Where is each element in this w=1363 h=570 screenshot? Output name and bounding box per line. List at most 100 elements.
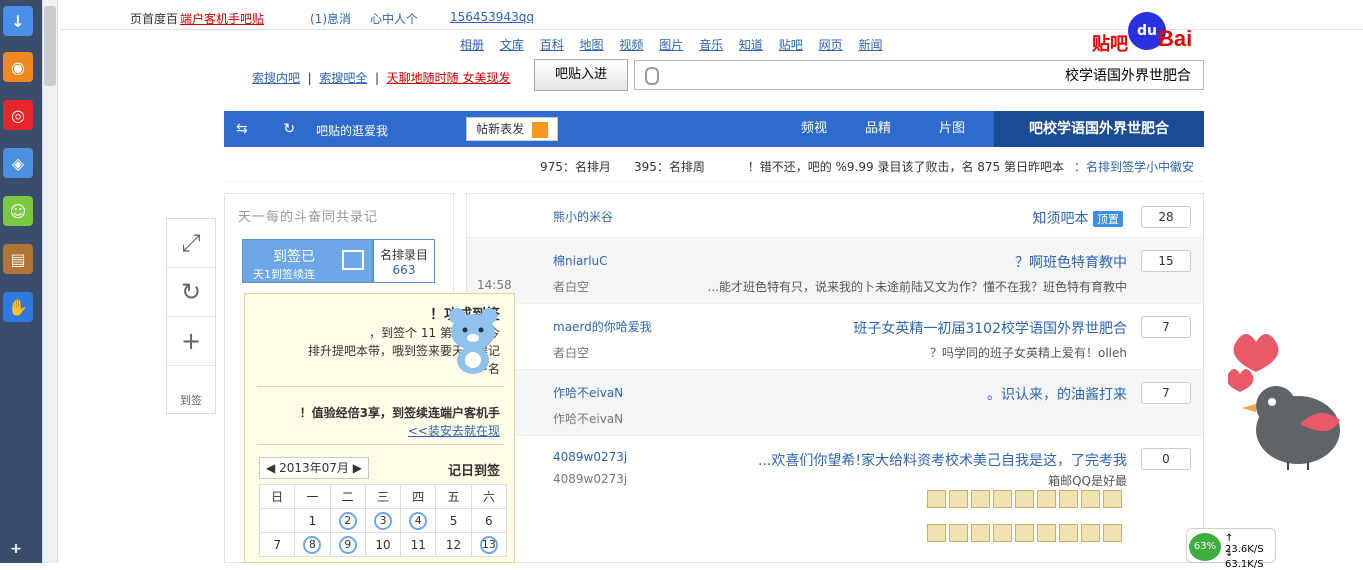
calendar-day bbox=[258, 508, 296, 533]
calendar-day[interactable]: 12 bbox=[435, 532, 472, 557]
messages-link[interactable]: 消息(1) bbox=[310, 10, 351, 27]
prev-month-icon[interactable]: ◀ bbox=[266, 461, 275, 475]
weekday-header: 二 bbox=[329, 484, 366, 509]
calendar-day[interactable]: 5 bbox=[435, 508, 472, 533]
thread-title[interactable]: 我考完了，这是我自己美术校考资料给大家!希望你们喜欢... bbox=[758, 450, 1127, 470]
sign-panel-header: 记录共同奋斗的每一天 bbox=[238, 210, 379, 225]
install-now-link[interactable]: 现在就去安装>> bbox=[408, 422, 500, 439]
thread-row[interactable]: 0 我考完了，这是我自己美术校考资料给大家!希望你们喜欢... j3720w98… bbox=[467, 436, 1203, 564]
thread-row[interactable]: 7 来打酱油的，来认识。 Navie不哈作 Navie不哈作 bbox=[467, 370, 1203, 436]
nav-album[interactable]: 新闻 bbox=[858, 36, 882, 53]
next-month-icon[interactable]: ▶ bbox=[353, 461, 362, 475]
refresh-icon[interactable]: ↻ bbox=[167, 268, 215, 317]
nav-music[interactable]: 视频 bbox=[619, 36, 643, 53]
thread-author[interactable]: 我爱哈你的dream bbox=[553, 318, 652, 335]
thread-title[interactable]: 中教育特色班啊？ bbox=[1015, 252, 1127, 272]
calendar-day[interactable]: 8 bbox=[294, 532, 331, 557]
calendar-day[interactable]: 13 bbox=[470, 532, 508, 557]
tab-images[interactable]: 图片 bbox=[910, 111, 994, 147]
last-reply-user[interactable]: 空白者 bbox=[553, 344, 589, 361]
network-speed-widget[interactable]: 63% ↑ 23.6K/S ↓ 63.1K/S bbox=[1186, 528, 1276, 570]
nav-baike[interactable]: 贴吧 bbox=[779, 36, 803, 53]
microphone-icon[interactable] bbox=[645, 67, 659, 85]
thread-author[interactable]: 谷米的小熊 bbox=[553, 208, 613, 225]
thread-row[interactable]: 28 本吧须知 置顶 谷米的小熊 bbox=[467, 194, 1203, 238]
calendar-day[interactable]: 2 bbox=[329, 508, 366, 533]
expand-icon[interactable]: ⤢ bbox=[167, 219, 215, 268]
thread-row[interactable]: 7 合肥世界外国语学校2013届初一精英女子班 我爱哈你的dream hello… bbox=[467, 304, 1203, 370]
thread-author[interactable]: j3720w9804 bbox=[553, 450, 627, 464]
last-reply-user[interactable]: 空白者 bbox=[553, 278, 589, 295]
rank-category-link[interactable]: 安徽中小学签到排名： bbox=[1074, 158, 1194, 175]
nav-tieba[interactable]: 百科 bbox=[540, 36, 564, 53]
username-link[interactable]: qq349354651 bbox=[450, 10, 534, 24]
add-icon[interactable]: + bbox=[6, 540, 26, 558]
reply-count: 15 bbox=[1141, 250, 1191, 272]
tab-video[interactable]: 视频 bbox=[782, 111, 846, 147]
side-dock: ↓ ◉ ◎ ◈ ☺ ▤ ✋ + bbox=[0, 0, 42, 563]
month-label: 2013年07月 bbox=[279, 461, 349, 475]
thread-title[interactable]: 合肥世界外国语学校2013届初一精英女子班 bbox=[853, 318, 1127, 338]
thread-list: 28 本吧须知 置顶 谷米的小熊 15 中教育特色班啊？ Culrain棉 中教… bbox=[466, 193, 1204, 563]
signed-in-button[interactable]: 已签到 连续签到1天 bbox=[242, 239, 373, 283]
calendar-day[interactable]: 9 bbox=[329, 532, 366, 557]
mobile-client-link[interactable]: 贴吧手机客户端 bbox=[180, 10, 264, 27]
last-reply-user[interactable]: j3720w9804 bbox=[553, 472, 627, 486]
rank-value: 663 bbox=[392, 263, 416, 277]
inforum-search-link[interactable]: 吧内搜索 bbox=[252, 71, 300, 85]
search-input[interactable] bbox=[671, 65, 1191, 85]
nav-news[interactable]: 相册 bbox=[460, 36, 484, 53]
smiley-icon[interactable]: ☺ bbox=[3, 196, 33, 226]
my-forums-dropdown[interactable]: 我爱逛的贴吧 bbox=[316, 122, 388, 139]
hand-icon[interactable]: ✋ bbox=[3, 292, 33, 322]
rank-label: 目录排名 bbox=[379, 248, 428, 262]
thread-row[interactable]: 15 中教育特色班啊？ Culrain棉 中教育有特色班？我在不懂？作为文又陆前… bbox=[467, 238, 1203, 304]
sign-in-tool[interactable]: 签到 bbox=[167, 366, 215, 415]
forum-title-tab[interactable]: 合肥世界外国语学校吧 bbox=[994, 111, 1204, 147]
thread-title-text[interactable]: 本吧须知 bbox=[1033, 211, 1089, 227]
last-reply-user[interactable]: Navie不哈作 bbox=[553, 410, 623, 427]
thread-title[interactable]: 本吧须知 置顶 bbox=[1033, 208, 1127, 228]
game-icon[interactable]: ◈ bbox=[3, 148, 33, 178]
calendar-day[interactable]: 11 bbox=[400, 532, 437, 557]
new-post-button[interactable]: 发表新帖 bbox=[466, 117, 558, 141]
calendar-day[interactable]: 6 bbox=[470, 508, 508, 533]
personal-center-link[interactable]: 个人中心 bbox=[370, 10, 418, 27]
month-selector[interactable]: ◀ 2013年07月 ▶ bbox=[259, 457, 369, 479]
signed-day-marker: 4 bbox=[409, 511, 428, 530]
nav-web[interactable]: 文库 bbox=[500, 36, 524, 53]
nav-wenku[interactable]: 网页 bbox=[819, 36, 843, 53]
weekday-header: 六 bbox=[470, 484, 508, 509]
weibo-icon[interactable]: ◎ bbox=[3, 100, 33, 130]
tab-featured[interactable]: 精品 bbox=[846, 111, 910, 147]
plus-icon[interactable]: + bbox=[167, 317, 215, 366]
sign-success-popup: 签到成功！ 今日本吧第 11 个签到， 记得明天要来签到哦，带本吧提升排 名~ … bbox=[244, 293, 515, 563]
sign-diary-title: 签到日记 bbox=[447, 464, 500, 479]
calendar-day[interactable]: 3 bbox=[364, 508, 402, 533]
nav-zhidao[interactable]: 地图 bbox=[580, 36, 604, 53]
baidu-tieba-logo[interactable]: du Bai 贴吧 bbox=[1092, 12, 1208, 55]
calendar-day[interactable]: 7 bbox=[258, 532, 296, 557]
calendar-day[interactable]: 1 bbox=[294, 508, 331, 533]
download-icon[interactable]: ↓ bbox=[3, 6, 33, 36]
thread-image-thumbnails[interactable] bbox=[927, 490, 1127, 554]
enter-forum-button[interactable]: 进入贴吧 bbox=[534, 59, 628, 91]
nav-image[interactable]: 图片 bbox=[659, 36, 683, 53]
notepad-icon[interactable]: ▤ bbox=[3, 244, 33, 274]
rss-icon[interactable]: ◉ bbox=[3, 52, 33, 82]
thread-author[interactable]: Culrain棉 bbox=[553, 252, 608, 269]
baidu-home-link[interactable]: 百度首页 bbox=[130, 10, 178, 27]
thread-author[interactable]: Navie不哈作 bbox=[553, 384, 623, 401]
scroll-thumb[interactable] bbox=[44, 6, 56, 86]
calendar-day[interactable]: 4 bbox=[400, 508, 437, 533]
switch-icon[interactable]: ⇆ bbox=[236, 121, 248, 137]
signed-day-marker: 9 bbox=[338, 535, 357, 554]
thread-title[interactable]: 来打酱油的，来认识。 bbox=[987, 384, 1127, 404]
promo-search-link[interactable]: 发现美女 随时随地聊天 bbox=[387, 71, 511, 85]
global-search-link[interactable]: 全吧搜索 bbox=[319, 71, 367, 85]
refresh-icon[interactable]: ↻ bbox=[283, 121, 295, 137]
nav-map[interactable]: 知道 bbox=[739, 36, 763, 53]
nav-video[interactable]: 音乐 bbox=[699, 36, 723, 53]
streak-label: 连续签到1天 bbox=[253, 268, 315, 281]
calendar-day[interactable]: 10 bbox=[364, 532, 402, 557]
